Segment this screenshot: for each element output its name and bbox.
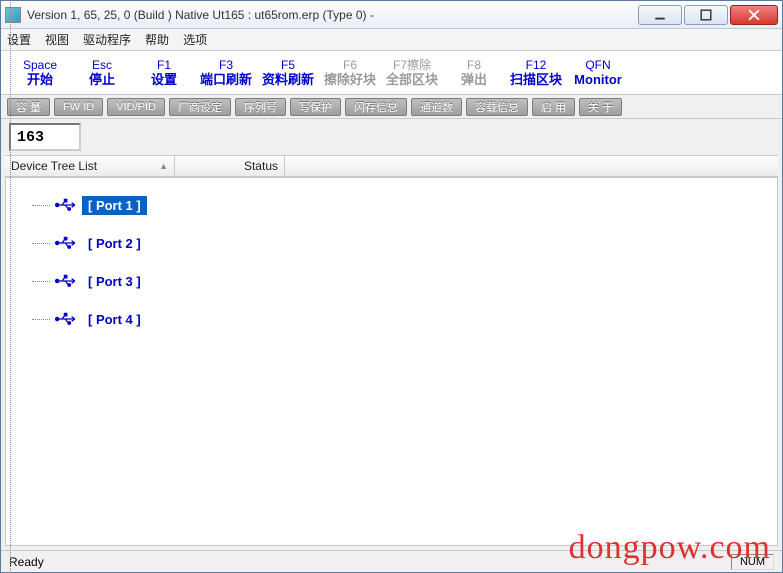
fkey-label: 开始	[27, 72, 53, 88]
fkey-key: F5	[281, 58, 295, 72]
status-ready: Ready	[9, 555, 44, 569]
maximize-button[interactable]	[684, 5, 728, 25]
fkey-label: 停止	[89, 72, 115, 88]
fkey-label: 全部区块	[386, 72, 438, 88]
minimize-button[interactable]	[638, 5, 682, 25]
column-label: Device Tree List	[11, 159, 97, 173]
fkey-key: F7擦除	[393, 58, 431, 72]
fkey-key: F12	[526, 58, 547, 72]
counter-display: 163	[9, 123, 81, 151]
toolbar-button-6[interactable]: 闪存信息	[345, 98, 407, 116]
fkey-label: 扫描区块	[510, 72, 562, 88]
tree-branch-line	[32, 243, 50, 244]
close-button[interactable]	[730, 5, 778, 25]
toolbar-button-9[interactable]: 启 用	[532, 98, 575, 116]
port-row-4[interactable]: [ Port 4 ]	[22, 300, 777, 338]
toolbar-button-8[interactable]: 容载信息	[466, 98, 528, 116]
port-label: [ Port 2 ]	[82, 234, 147, 253]
menu-help[interactable]: 帮助	[145, 31, 169, 48]
fkey-qfn[interactable]: QFNMonitor	[567, 58, 629, 88]
status-numlock: NUM	[731, 554, 774, 570]
sort-arrow-icon: ▲	[159, 161, 168, 171]
column-device-tree[interactable]: Device Tree List ▲	[5, 156, 175, 176]
tree-branch-line	[32, 319, 50, 320]
column-label: Status	[244, 159, 278, 173]
function-key-bar: Space开始Esc停止F1设置F3端口刷新F5资料刷新F6擦除好块F7擦除全部…	[1, 51, 782, 95]
toolbar-button-3[interactable]: 厂商设定	[169, 98, 231, 116]
fkey-f12[interactable]: F12扫描区块	[505, 58, 567, 88]
tree-branch-line	[32, 205, 50, 206]
menu-options[interactable]: 选项	[183, 31, 207, 48]
port-label: [ Port 1 ]	[82, 196, 147, 215]
fkey-label: 弹出	[461, 72, 487, 88]
fkey-label: 资料刷新	[262, 72, 314, 88]
usb-icon	[54, 196, 78, 214]
fkey-key: Esc	[92, 58, 112, 72]
tree-branch-line	[32, 281, 50, 282]
toolbar-button-1[interactable]: FW ID	[54, 98, 103, 116]
window-controls	[638, 5, 778, 25]
column-headers: Device Tree List ▲ Status	[5, 155, 778, 177]
port-row-2[interactable]: [ Port 2 ]	[22, 224, 777, 262]
port-row-1[interactable]: [ Port 1 ]	[22, 186, 777, 224]
usb-icon	[54, 234, 78, 252]
statusbar: Ready NUM	[1, 550, 782, 572]
fkey-label: 端口刷新	[200, 72, 252, 88]
toolbar-button-4[interactable]: 序列号	[235, 98, 286, 116]
usb-icon	[54, 272, 78, 290]
fkey-label: 擦除好块	[324, 72, 376, 88]
toolbar-button-7[interactable]: 通道数	[411, 98, 462, 116]
window-title: Version 1, 65, 25, 0 (Build ) Native Ut1…	[27, 8, 638, 22]
fkey-f8: F8弹出	[443, 58, 505, 88]
fkey-key: QFN	[585, 58, 610, 72]
fkey-key: F1	[157, 58, 171, 72]
fkey-key: F3	[219, 58, 233, 72]
port-label: [ Port 3 ]	[82, 272, 147, 291]
fkey-key: F6	[343, 58, 357, 72]
toolbar-button-2[interactable]: VID/PID	[107, 98, 165, 116]
menu-view[interactable]: 视图	[45, 31, 69, 48]
fkey-f3[interactable]: F3端口刷新	[195, 58, 257, 88]
fkey-f1[interactable]: F1设置	[133, 58, 195, 88]
toolbar-button-0[interactable]: 容 量	[7, 98, 50, 116]
fkey-f7擦除: F7擦除全部区块	[381, 58, 443, 88]
fkey-label: 设置	[151, 72, 177, 88]
fkey-space[interactable]: Space开始	[9, 58, 71, 88]
titlebar: Version 1, 65, 25, 0 (Build ) Native Ut1…	[1, 1, 782, 29]
app-window: Version 1, 65, 25, 0 (Build ) Native Ut1…	[0, 0, 783, 573]
menu-driver[interactable]: 驱动程序	[83, 31, 131, 48]
fkey-label: Monitor	[574, 72, 622, 88]
toolbar-button-10[interactable]: 关 于	[579, 98, 622, 116]
fkey-esc[interactable]: Esc停止	[71, 58, 133, 88]
toolbar-button-5[interactable]: 写保护	[290, 98, 341, 116]
port-label: [ Port 4 ]	[82, 310, 147, 329]
usb-icon	[54, 310, 78, 328]
fkey-key: F8	[467, 58, 481, 72]
fkey-f6: F6擦除好块	[319, 58, 381, 88]
fkey-f5[interactable]: F5资料刷新	[257, 58, 319, 88]
toolbar: 容 量FW IDVID/PID厂商设定序列号写保护闪存信息通道数容载信息启 用关…	[1, 95, 782, 119]
menubar: 设置 视图 驱动程序 帮助 选项	[1, 29, 782, 51]
port-row-3[interactable]: [ Port 3 ]	[22, 262, 777, 300]
tree-connector-line	[10, 177, 11, 546]
app-icon	[5, 7, 21, 23]
fkey-key: Space	[23, 58, 57, 72]
device-tree-list[interactable]: [ Port 1 ] [ Port 2 ] [ Port 3 ] [ Port 4 ]	[5, 177, 778, 546]
column-status[interactable]: Status	[175, 156, 285, 176]
